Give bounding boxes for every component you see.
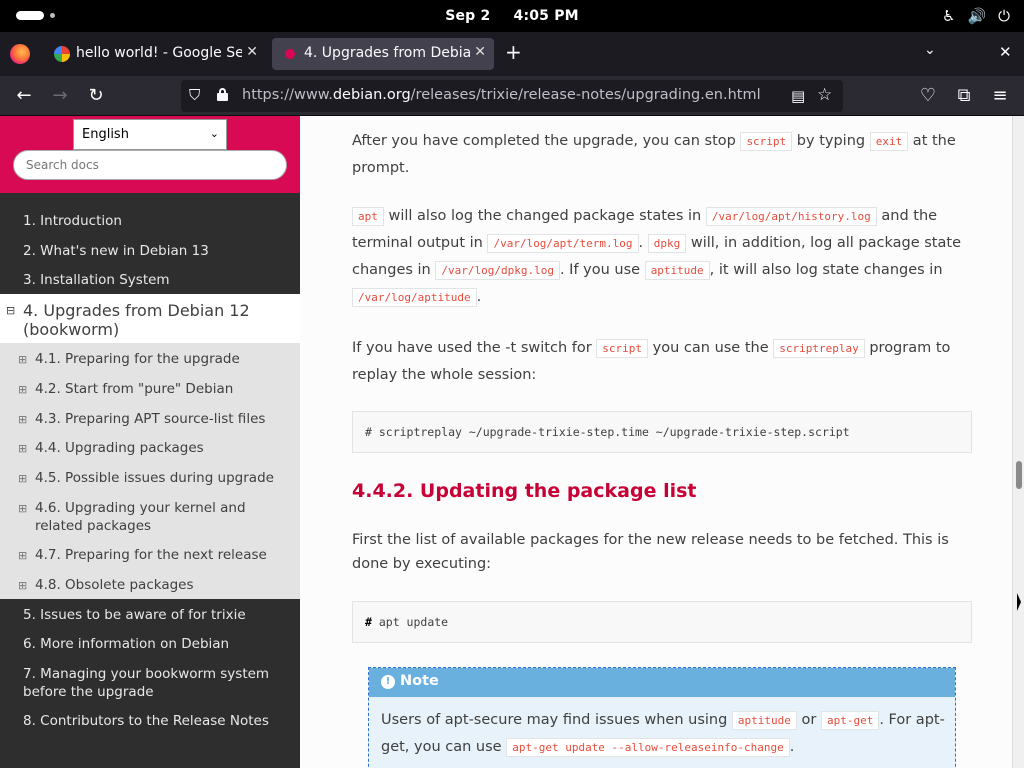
paragraph-stop-script: After you have completed the upgrade, yo… <box>352 132 956 176</box>
tab-close-icon[interactable]: ✕ <box>246 44 258 60</box>
info-icon: ! <box>381 675 395 689</box>
clock[interactable]: Sep 2 4:05 PM <box>0 8 1024 24</box>
toc-item-installation-system[interactable]: 3. Installation System <box>0 271 300 289</box>
toc-item-managing-bookworm[interactable]: 7. Managing your bookworm system before … <box>0 665 270 701</box>
note-title: ! Note <box>369 668 955 697</box>
inline-code: aptitude <box>731 711 797 730</box>
bookmark-star-icon[interactable]: ☆ <box>817 85 832 105</box>
paragraph-apt-logs: apt will also log the changed package st… <box>352 207 961 307</box>
toc-item-current-upgrades[interactable]: ⊟ 4. Upgrades from Debian 12 (bookworm) <box>0 294 300 343</box>
toc-item-whats-new[interactable]: 2. What's new in Debian 13 <box>0 242 300 260</box>
tab-close-icon[interactable]: ✕ <box>474 44 486 60</box>
toc-item-contributors[interactable]: 8. Contributors to the Release Notes <box>0 712 300 730</box>
reload-icon[interactable]: ↻ <box>84 84 108 108</box>
docs-sidebar: English ⌄ Search docs 1. Introduction 2.… <box>0 116 300 768</box>
expand-plus-icon[interactable]: ⊞ <box>18 470 27 488</box>
tracking-protection-shield-icon[interactable]: ⛉ <box>189 86 200 104</box>
paragraph-scriptreplay: If you have used the -t switch for scrip… <box>352 339 951 383</box>
expand-plus-icon[interactable]: ⊞ <box>18 381 27 399</box>
navigation-toolbar: ← → ↻ ⛉ https://www.debian.org/releases/… <box>0 76 1024 116</box>
toc-item-more-information[interactable]: 6. More information on Debian <box>0 635 300 653</box>
code-block-scriptreplay[interactable]: # scriptreplay ~/upgrade-trixie-step.tim… <box>352 411 972 453</box>
note-admonition: ! Note Users of apt-secure may find issue… <box>368 667 956 768</box>
system-tray[interactable]: ♿ 🔊 ⏻ <box>942 7 1010 25</box>
accessibility-icon: ♿ <box>941 7 956 25</box>
toc-subitem-4-2[interactable]: ⊞ 4.2. Start from "pure" Debian <box>0 380 300 398</box>
expand-plus-icon[interactable]: ⊞ <box>18 577 27 595</box>
toc-subitem-4-6[interactable]: ⊞ 4.6. Upgrading your kernel and related … <box>0 499 250 535</box>
section-heading-updating-package-list: 4.4.2. Updating the package list <box>352 480 697 502</box>
chevron-down-icon: ⌄ <box>209 127 219 140</box>
toc-subitem-4-8[interactable]: ⊞ 4.8. Obsolete packages <box>0 576 300 594</box>
extensions-puzzle-icon[interactable]: ⧉ <box>952 84 976 108</box>
firefox-icon[interactable] <box>10 44 30 64</box>
toc-item-issues[interactable]: 5. Issues to be aware of for trixie <box>0 606 300 624</box>
clock-date: Sep 2 <box>445 8 491 24</box>
inline-code: dpkg <box>647 234 687 253</box>
power-icon: ⏻ <box>998 7 1010 25</box>
clock-time: 4:05 PM <box>513 8 579 24</box>
volume-icon: 🔊 <box>967 7 987 25</box>
toc-subitem-4-4[interactable]: ⊞ 4.4. Upgrading packages <box>0 439 300 457</box>
url-text[interactable]: https://www.debian.org/releases/trixie/r… <box>242 87 761 103</box>
lock-icon[interactable] <box>217 88 228 101</box>
inline-code: script <box>596 339 649 358</box>
forward-arrow-icon[interactable]: → <box>48 84 72 108</box>
window-close-icon[interactable]: ✕ <box>999 43 1012 61</box>
tab-google-search[interactable]: hello world! - Google Search ✕ <box>44 38 266 70</box>
system-top-bar: Sep 2 4:05 PM ♿ 🔊 ⏻ <box>0 0 1024 32</box>
tab-title: 4. Upgrades from Debian 12 (bookworm) <box>304 45 470 61</box>
inline-code: aptitude <box>644 261 710 280</box>
pocket-icon[interactable]: ♡ <box>916 84 940 108</box>
mouse-cursor-icon <box>1017 593 1021 611</box>
inline-code: apt-get <box>820 711 880 730</box>
expand-plus-icon[interactable]: ⊞ <box>18 411 27 429</box>
collapse-minus-icon[interactable]: ⊟ <box>6 304 15 317</box>
expand-plus-icon[interactable]: ⊞ <box>18 351 27 369</box>
toc-subitem-4-3[interactable]: ⊞ 4.3. Preparing APT source-list files <box>0 410 300 428</box>
inline-code: script <box>740 132 793 151</box>
inline-code: exit <box>869 132 909 151</box>
google-icon <box>54 46 70 62</box>
url-bar[interactable]: ⛉ https://www.debian.org/releases/trixie… <box>181 80 843 112</box>
screen: Sep 2 4:05 PM ♿ 🔊 ⏻ hello world! - Googl… <box>0 0 1024 768</box>
inline-code: /var/log/apt/history.log <box>705 207 877 226</box>
page-scrollbar[interactable] <box>1012 116 1024 768</box>
expand-plus-icon[interactable]: ⊞ <box>18 500 27 518</box>
new-tab-plus-icon[interactable]: + <box>505 40 522 64</box>
scrollbar-thumb[interactable] <box>1016 461 1022 489</box>
main-content: After you have completed the upgrade, yo… <box>300 116 1012 768</box>
note-body: Users of apt-secure may find issues when… <box>381 711 945 757</box>
hamburger-menu-icon[interactable]: ≡ <box>988 84 1012 108</box>
web-page: English ⌄ Search docs 1. Introduction 2.… <box>0 116 1024 768</box>
toc-item-introduction[interactable]: 1. Introduction <box>0 212 300 230</box>
inline-code: /var/log/aptitude <box>352 288 477 307</box>
paragraph-fetch-packages: First the list of available packages for… <box>352 532 949 572</box>
inline-code: /var/log/apt/term.log <box>487 234 639 253</box>
search-docs-input[interactable]: Search docs <box>13 150 287 180</box>
code-block-apt-update[interactable]: # apt update <box>352 601 972 643</box>
sidebar-header: English ⌄ Search docs <box>0 116 300 193</box>
inline-code: apt <box>352 207 384 226</box>
expand-plus-icon[interactable]: ⊞ <box>18 547 27 565</box>
back-arrow-icon[interactable]: ← <box>12 84 36 108</box>
debian-icon <box>282 46 298 62</box>
inline-code: /var/log/dpkg.log <box>435 261 560 280</box>
language-select[interactable]: English ⌄ <box>73 119 227 150</box>
tab-title: hello world! - Google Search <box>76 45 242 61</box>
toc-subitem-4-5[interactable]: ⊞ 4.5. Possible issues during upgrade <box>0 469 300 487</box>
tab-debian-upgrades[interactable]: 4. Upgrades from Debian 12 (bookworm) ✕ <box>272 38 494 70</box>
list-tabs-chevron-icon[interactable]: ⌄ <box>924 42 936 58</box>
inline-code: scriptreplay <box>773 339 865 358</box>
toc-subitem-4-7[interactable]: ⊞ 4.7. Preparing for the next release <box>0 546 300 564</box>
reader-view-icon[interactable]: ▤ <box>791 87 805 105</box>
toc-subitem-4-1[interactable]: ⊞ 4.1. Preparing for the upgrade <box>0 350 300 368</box>
inline-code: apt-get update --allow-releaseinfo-chang… <box>506 738 790 757</box>
expand-plus-icon[interactable]: ⊞ <box>18 440 27 458</box>
